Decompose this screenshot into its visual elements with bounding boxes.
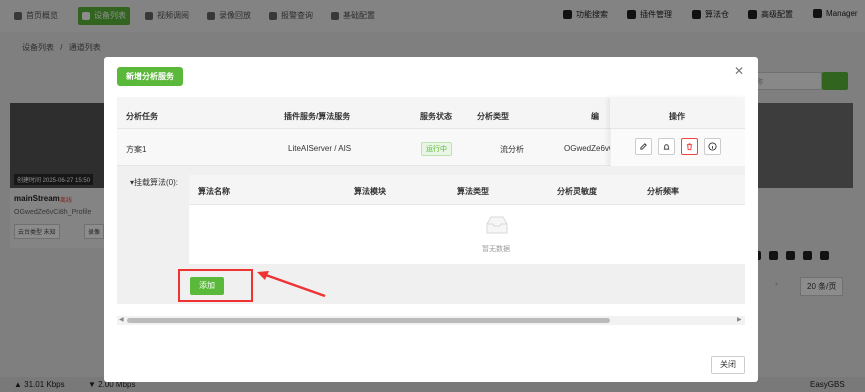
col-frequency: 分析频率 [647, 187, 679, 196]
col-sensitivity: 分析灵敏度 [557, 187, 597, 196]
scroll-right-icon[interactable]: ▶ [737, 316, 742, 323]
highlight-box [178, 269, 253, 302]
add-analysis-service-button[interactable]: 新增分析服务 [117, 67, 183, 86]
cell-type: 流分析 [500, 145, 524, 154]
trash-icon [686, 143, 693, 151]
edit-icon [640, 143, 647, 150]
alarm-rule-button[interactable] [658, 138, 675, 155]
cell-task: 方案1 [126, 145, 147, 154]
alarm-icon [663, 144, 670, 150]
empty-box-icon [486, 216, 508, 234]
col-code: 编 [591, 112, 599, 121]
status-badge-running: 运行中 [421, 142, 452, 156]
info-icon [708, 142, 717, 151]
mounted-algorithms-toggle[interactable]: ▾挂载算法(0): [130, 177, 178, 188]
empty-text: 暂无数据 [482, 246, 510, 253]
close-button[interactable]: 关闭 [711, 356, 745, 374]
close-icon[interactable]: ✕ [734, 65, 744, 77]
delete-button[interactable] [681, 138, 698, 155]
col-algo-name: 算法名称 [198, 187, 230, 196]
col-type: 分析类型 [477, 112, 509, 121]
col-task: 分析任务 [126, 112, 158, 121]
col-ops: 操作 [669, 112, 685, 121]
info-button[interactable] [704, 138, 721, 155]
col-algo-module: 算法模块 [354, 187, 386, 196]
edit-button[interactable] [635, 138, 652, 155]
mounted-algorithms-label: 挂载算法(0): [134, 178, 179, 187]
col-status: 服务状态 [420, 112, 452, 121]
col-algo-type: 算法类型 [457, 187, 489, 196]
cell-service: LiteAIServer / AIS [288, 144, 352, 153]
scroll-left-icon[interactable]: ◀ [119, 316, 124, 323]
cell-code: OGwedZe6vC [564, 144, 615, 153]
scrollbar-thumb[interactable] [127, 318, 610, 323]
pointer-arrow-icon [257, 271, 326, 298]
col-service: 插件服务/算法服务 [284, 112, 351, 121]
